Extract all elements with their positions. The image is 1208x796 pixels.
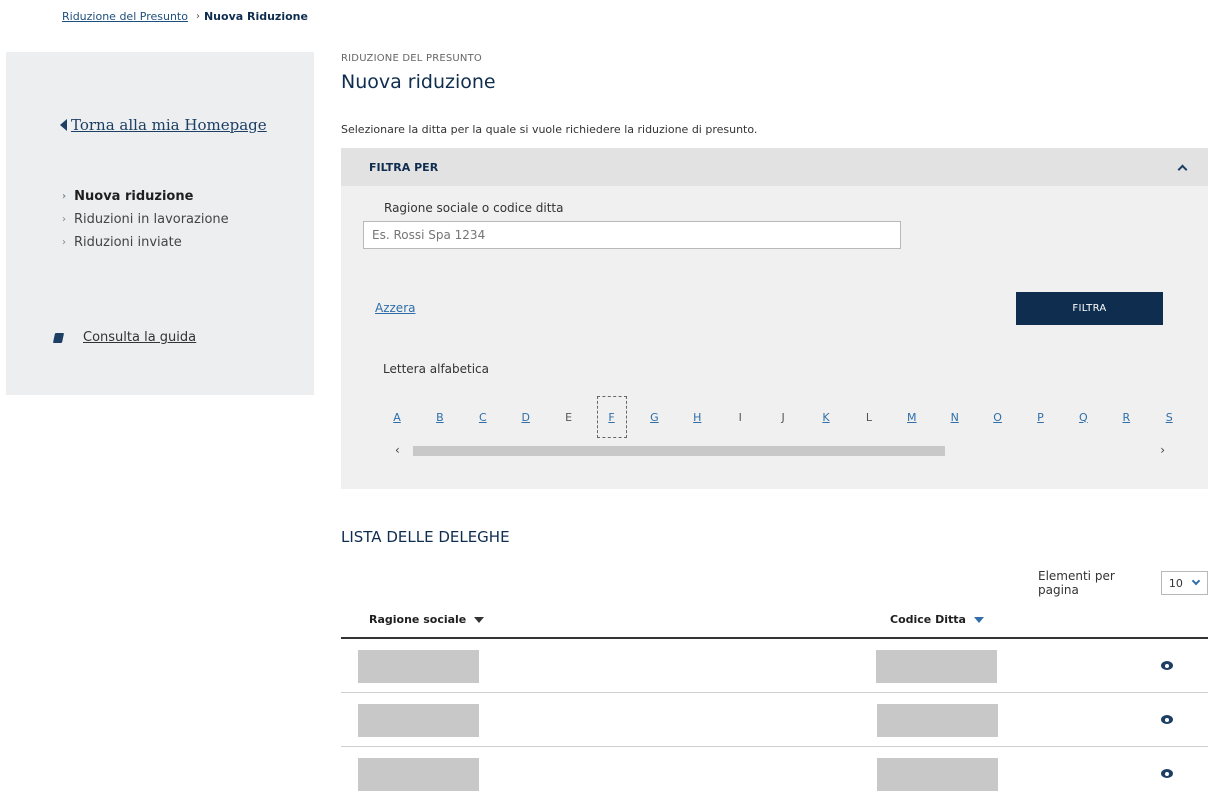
ragione-sociale-placeholder: [358, 758, 479, 791]
chevron-right-icon: ›: [62, 191, 67, 202]
breadcrumb-parent-link[interactable]: Riduzione del Presunto: [62, 10, 188, 23]
eye-icon[interactable]: [1161, 715, 1173, 724]
sort-down-icon: [973, 616, 984, 623]
per-page-value: 10: [1168, 576, 1183, 590]
sort-down-icon: [474, 616, 485, 623]
reset-link[interactable]: Azzera: [375, 301, 415, 315]
sidebar-item-riduzioni-inviate[interactable]: › Riduzioni inviate: [62, 231, 229, 254]
letter-q[interactable]: Q: [1068, 396, 1098, 438]
letter-k[interactable]: K: [811, 396, 841, 438]
letter-n[interactable]: N: [940, 396, 970, 438]
chevron-right-icon: ›: [62, 237, 66, 248]
per-page-select[interactable]: 10: [1160, 571, 1208, 595]
table-header: Ragione sociale Codice Ditta: [341, 603, 1208, 639]
letter-m[interactable]: M: [897, 396, 927, 438]
table-row: [341, 747, 1208, 796]
filter-button[interactable]: FILTRA: [1016, 292, 1163, 325]
letter-c[interactable]: C: [468, 396, 498, 438]
filter-panel-title: FILTRA PER: [369, 160, 439, 174]
alphabet-letters: ABCDEFGHIJKLMNOPQRS: [382, 396, 1173, 440]
letter-p[interactable]: P: [1026, 396, 1056, 438]
eye-icon[interactable]: [1161, 769, 1173, 778]
list-title: LISTA DELLE DELEGHE: [341, 528, 510, 546]
sidebar: Torna alla mia Homepage › Nuova riduzion…: [6, 52, 314, 395]
scrollbar-thumb[interactable]: [413, 446, 945, 456]
per-page-label: Elementi per pagina: [1038, 569, 1115, 597]
chevron-right-icon: ›: [62, 214, 66, 225]
section-label: RIDUZIONE DEL PRESUNTO: [341, 53, 482, 64]
column-header-label: Ragione sociale: [369, 613, 467, 626]
search-field-label: Ragione sociale o codice ditta: [384, 201, 564, 215]
intro-text: Selezionare la ditta per la quale si vuo…: [341, 123, 758, 136]
chevron-up-icon[interactable]: [1177, 164, 1188, 174]
letter-r[interactable]: R: [1111, 396, 1141, 438]
triangle-left-icon: [60, 119, 67, 131]
search-input[interactable]: [363, 221, 901, 249]
deleghe-table: Ragione sociale Codice Ditta: [341, 603, 1208, 796]
eye-pupil: [1165, 717, 1169, 722]
filter-panel: FILTRA PER Ragione sociale o codice ditt…: [341, 148, 1208, 489]
sidebar-nav: › Nuova riduzione › Riduzioni in lavoraz…: [62, 185, 229, 254]
sidebar-item-nuova-riduzione[interactable]: › Nuova riduzione: [62, 185, 229, 208]
consulta-guida-link[interactable]: Consulta la guida: [52, 330, 197, 345]
letter-h[interactable]: H: [682, 396, 712, 438]
chevron-left-icon[interactable]: ‹: [395, 443, 400, 457]
ragione-sociale-placeholder: [358, 650, 479, 683]
breadcrumb-current: Nuova Riduzione: [203, 10, 308, 23]
eye-icon[interactable]: [1161, 661, 1173, 670]
eye-pupil: [1165, 771, 1169, 776]
table-body: [341, 639, 1208, 796]
alphabet-scrollbar[interactable]: ‹ ›: [395, 443, 1165, 459]
letter-l[interactable]: L: [854, 396, 884, 438]
ragione-sociale-placeholder: [358, 704, 479, 737]
chevron-down-icon: [1191, 576, 1201, 586]
letter-s[interactable]: S: [1154, 396, 1184, 438]
codice-ditta-placeholder: [876, 650, 997, 683]
letter-f[interactable]: F: [596, 396, 627, 438]
back-to-homepage-link[interactable]: Torna alla mia Homepage: [60, 116, 267, 134]
letter-a[interactable]: A: [382, 396, 412, 438]
consulta-guida-label: Consulta la guida: [83, 330, 197, 345]
codice-ditta-placeholder: [877, 758, 998, 791]
letter-b[interactable]: B: [425, 396, 455, 438]
table-row: [341, 639, 1208, 693]
letter-d[interactable]: D: [511, 396, 541, 438]
letter-e[interactable]: E: [554, 396, 584, 438]
sidebar-item-label: Nuova riduzione: [74, 189, 194, 204]
sidebar-item-riduzioni-in-lavorazione[interactable]: › Riduzioni in lavorazione: [62, 208, 229, 231]
column-header-label: Codice Ditta: [890, 613, 966, 626]
sidebar-item-label: Riduzioni in lavorazione: [74, 212, 229, 227]
column-header-codice-ditta[interactable]: Codice Ditta: [890, 613, 984, 626]
page-title: Nuova riduzione: [341, 71, 496, 93]
alphabet-label: Lettera alfabetica: [383, 362, 490, 376]
per-page-control: Elementi per pagina 10: [1038, 569, 1208, 597]
book-icon: [52, 332, 65, 343]
filter-panel-header[interactable]: FILTRA PER: [341, 148, 1208, 186]
letter-o[interactable]: O: [983, 396, 1013, 438]
codice-ditta-placeholder: [877, 704, 998, 737]
breadcrumb: Riduzione del Presunto › Nuova Riduzione: [62, 10, 308, 23]
letter-j[interactable]: J: [768, 396, 798, 438]
letter-g[interactable]: G: [639, 396, 669, 438]
column-header-ragione-sociale[interactable]: Ragione sociale: [369, 613, 485, 626]
back-to-homepage-label: Torna alla mia Homepage: [71, 116, 267, 134]
chevron-right-icon: ›: [195, 11, 200, 22]
table-row: [341, 693, 1208, 747]
chevron-right-icon[interactable]: ›: [1160, 443, 1165, 457]
sidebar-item-label: Riduzioni inviate: [74, 235, 182, 250]
eye-pupil: [1165, 663, 1169, 668]
letter-i[interactable]: I: [725, 396, 755, 438]
